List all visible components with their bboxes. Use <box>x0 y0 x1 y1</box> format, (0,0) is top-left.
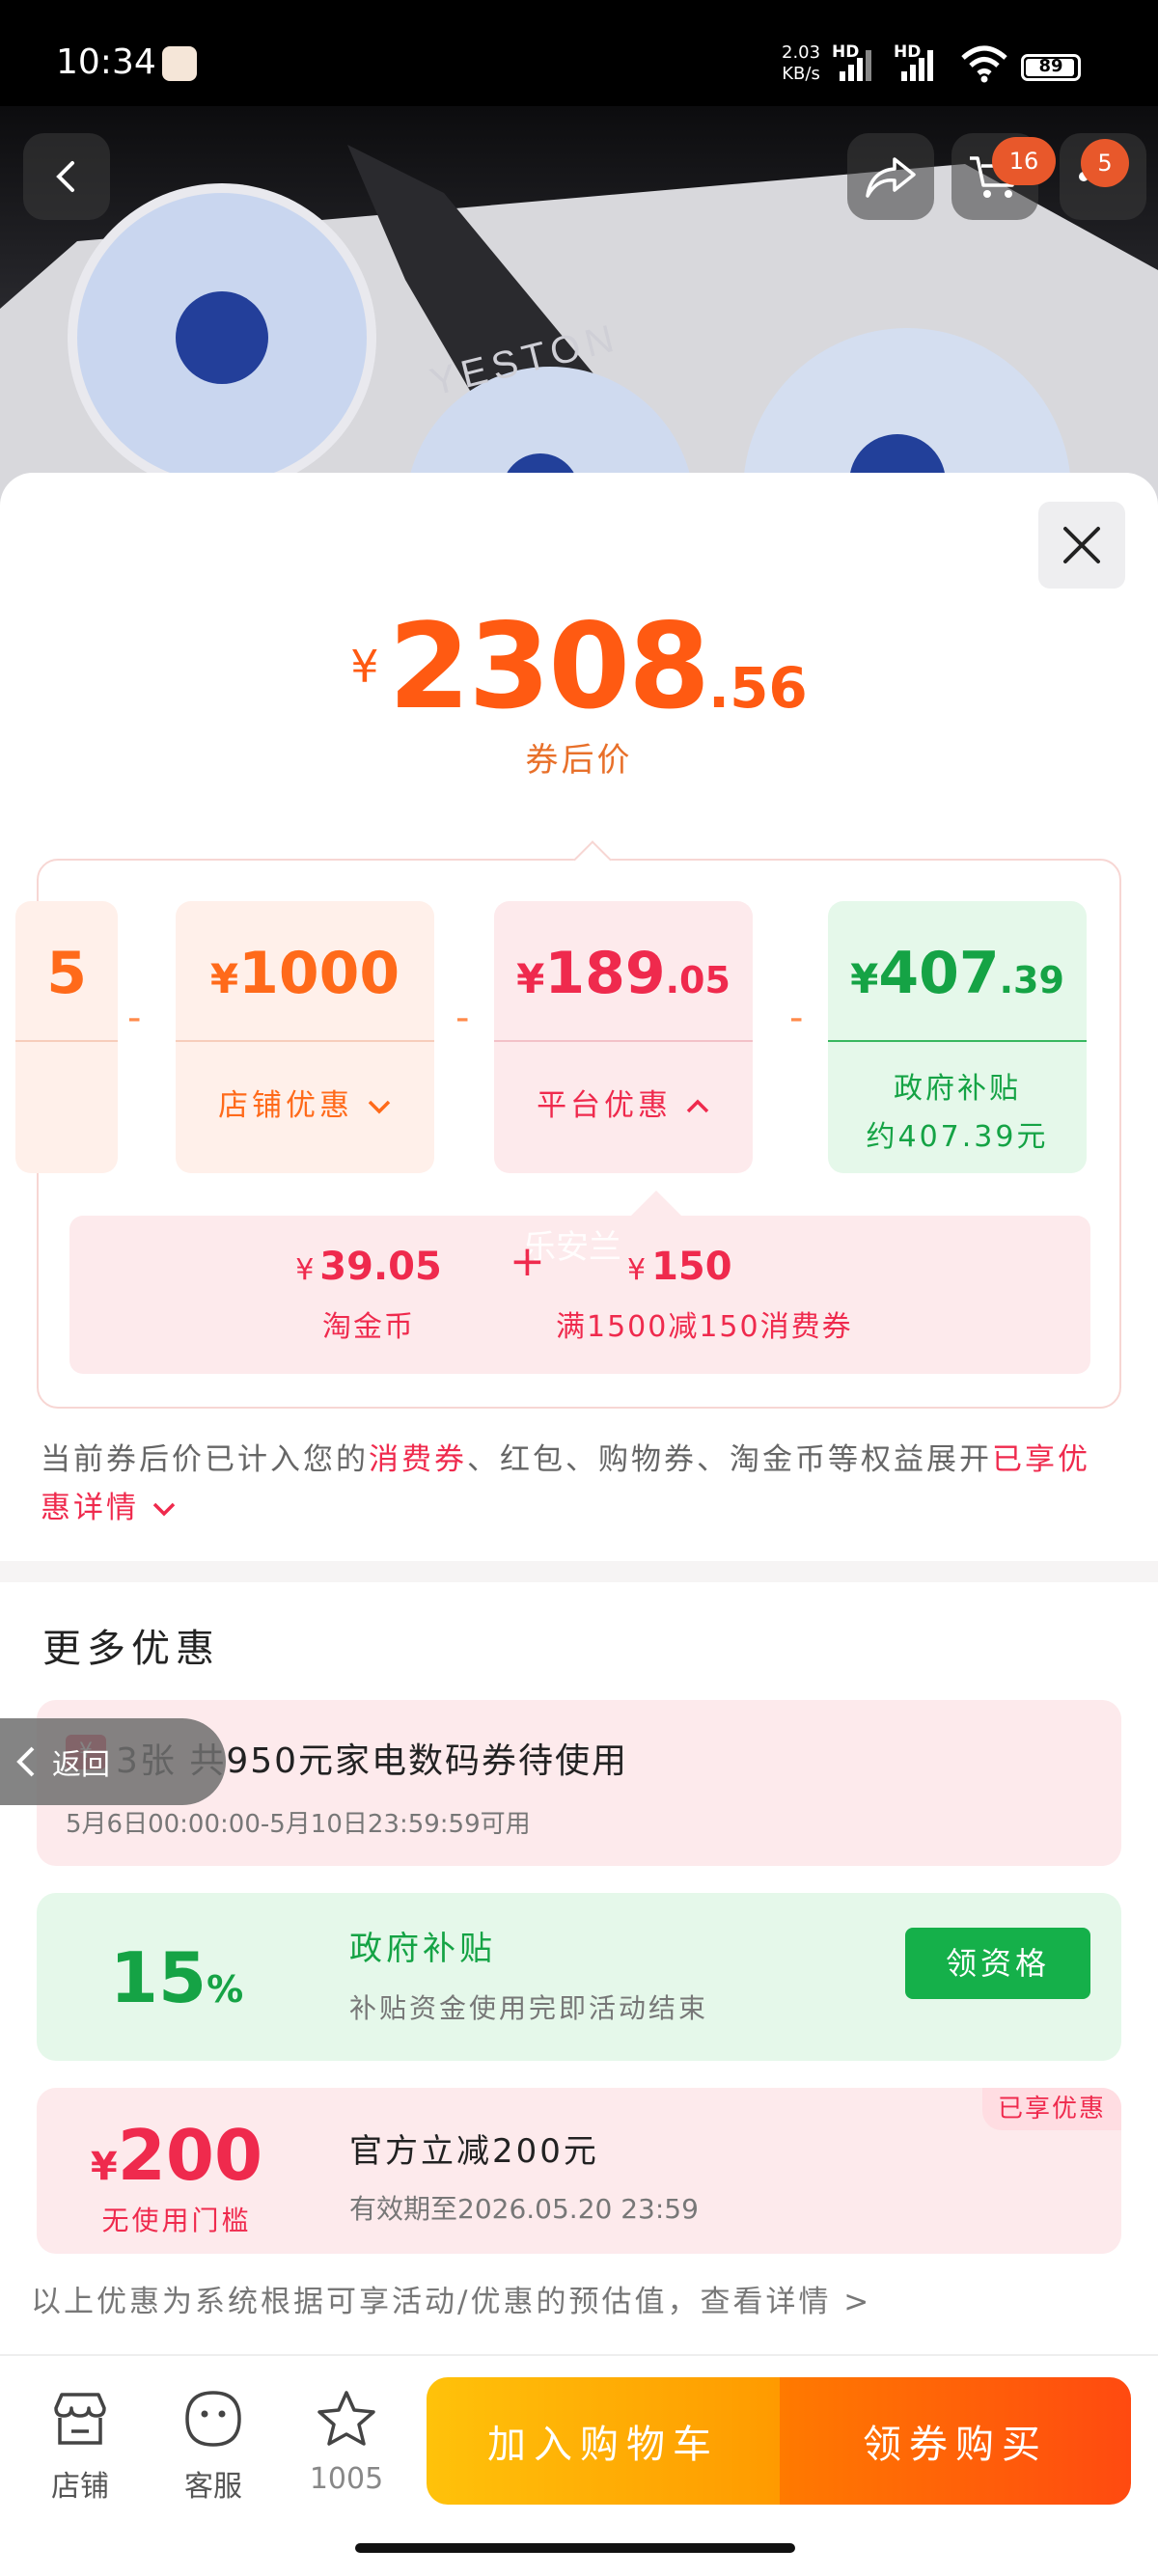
favorite-button[interactable]: 1005 <box>293 2385 400 2496</box>
gov-subsidy-label: 政府补贴 <box>894 1072 1021 1106</box>
home-indicator <box>355 2543 795 2553</box>
close-button[interactable] <box>1038 502 1125 589</box>
cart-count-badge: 16 <box>992 137 1056 185</box>
app-notification-icon <box>162 46 197 81</box>
store-button[interactable]: 店铺 <box>27 2385 133 2505</box>
consumption-coupon-item: ¥150 满1500减150消费券 <box>556 1245 853 1344</box>
floating-back-button[interactable]: 返回 <box>0 1718 226 1805</box>
message-badge: 5 <box>1081 139 1129 187</box>
price-detail-sheet: ¥2308.56 券后价 5 - ¥1000 店铺优惠 - ¥189.05 平台… <box>0 473 1158 2576</box>
applied-badge: 已享优惠 <box>981 2088 1121 2130</box>
price-note: 当前券后价已计入您的消费券、红包、购物券、淘金币等权益展开已享优惠详情 <box>41 1442 1090 1525</box>
product-image: YESTON 16 5 <box>0 106 1158 511</box>
coupon-validity: 5月6日00:00:00-5月10日23:59:59可用 <box>66 1810 531 1839</box>
customer-service-icon <box>185 2391 241 2447</box>
battery-icon: 89 <box>1021 54 1081 81</box>
star-icon <box>317 2391 375 2446</box>
back-button[interactable] <box>23 133 110 220</box>
platform-discount-detail: 乐安兰 ¥39.05 淘金币 + ¥150 满1500减150消费券 <box>69 1216 1090 1374</box>
back-label: 返回 <box>52 1748 110 1782</box>
price-caption: 券后价 <box>525 741 633 780</box>
network-speed: 2.03 KB/s <box>782 42 821 84</box>
store-discount-label: 店铺优惠 <box>218 1088 354 1123</box>
minus-sign: - <box>127 996 142 1040</box>
price-breakdown: 5 - ¥1000 店铺优惠 - ¥189.05 平台优惠 - ¥407.39 <box>15 840 1121 1409</box>
chevron-left-icon <box>56 161 74 192</box>
signal-icon <box>840 50 871 81</box>
chevron-down-icon <box>368 1100 391 1114</box>
claim-qualification-button[interactable]: 领资格 <box>905 1928 1090 1999</box>
minus-sign: - <box>789 996 804 1040</box>
partial-discount-card: 5 <box>15 901 118 1173</box>
signal-icon-2 <box>901 50 933 81</box>
gov-subsidy-card[interactable]: ¥407.39 政府补贴 约407.39元 <box>828 901 1087 1173</box>
subsidy-subtitle: 补贴资金使用完即活动结束 <box>349 1992 709 2024</box>
chevron-left-icon <box>16 1746 35 1777</box>
subsidy-title: 政府补贴 <box>349 1930 496 1968</box>
instant-discount-offer: ¥200 无使用门槛 官方立减200元 有效期至2026.05.20 23:59… <box>37 2088 1121 2254</box>
discount-validity: 有效期至2026.05.20 23:59 <box>349 2193 699 2225</box>
customer-service-button[interactable]: 客服 <box>160 2385 266 2505</box>
discount-title: 官方立减200元 <box>349 2132 599 2171</box>
chevron-down-icon[interactable] <box>152 1500 177 1518</box>
platform-discount-label: 平台优惠 <box>537 1088 673 1123</box>
discount-amount: ¥200 <box>90 2115 263 2196</box>
share-icon <box>866 157 916 198</box>
gov-subsidy-offer: 15% 政府补贴 补贴资金使用完即活动结束 领资格 <box>37 1893 1121 2061</box>
gov-subsidy-amount: 约407.39元 <box>866 1120 1049 1154</box>
wifi-icon <box>961 45 1007 83</box>
buy-with-coupon-button[interactable]: 领券购买 <box>780 2377 1131 2505</box>
add-to-cart-button[interactable]: 加入购物车 <box>427 2377 780 2505</box>
estimate-disclaimer[interactable]: 以上优惠为系统根据可享活动/优惠的预估值，查看详情 > <box>31 2277 871 2320</box>
more-offers-title: 更多优惠 <box>42 1627 220 1671</box>
status-time: 10:34 <box>56 42 156 82</box>
store-discount-card[interactable]: ¥1000 店铺优惠 <box>176 901 434 1173</box>
minus-sign: - <box>455 996 470 1040</box>
chevron-up-icon <box>686 1099 709 1113</box>
platform-discount-card[interactable]: ¥189.05 平台优惠 <box>494 901 753 1173</box>
taojinbi-item: ¥39.05 淘金币 <box>295 1245 442 1344</box>
close-icon <box>1063 527 1100 563</box>
store-icon <box>54 2393 106 2445</box>
final-price: ¥2308.56 <box>350 598 808 735</box>
section-divider <box>0 1561 1158 1582</box>
discount-threshold: 无使用门槛 <box>101 2205 252 2236</box>
share-button[interactable] <box>847 133 934 220</box>
subsidy-percent: 15% <box>109 1937 244 2018</box>
